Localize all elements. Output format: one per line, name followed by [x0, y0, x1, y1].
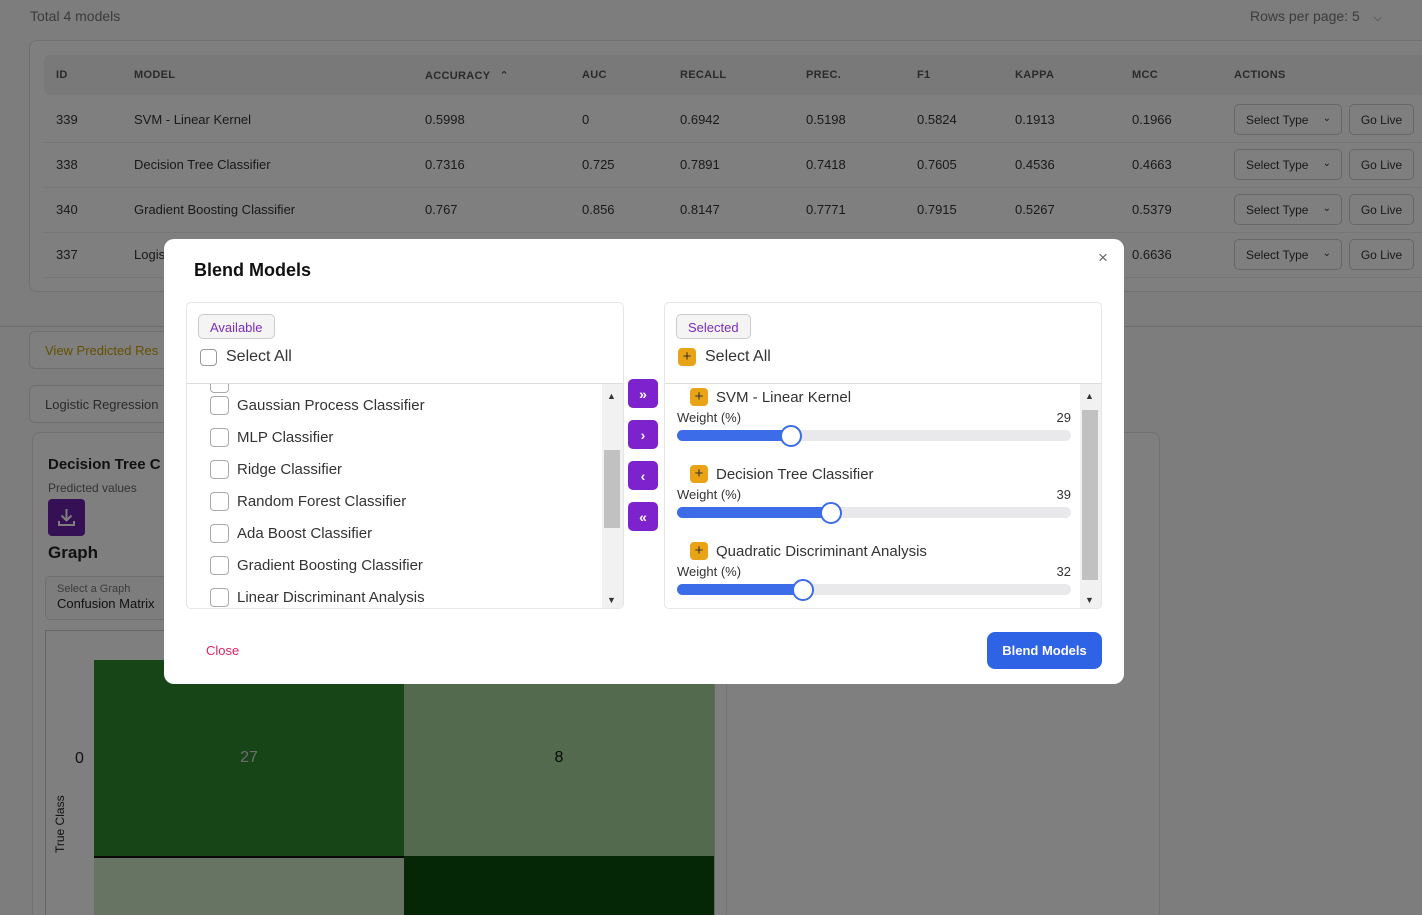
selected-item-header[interactable]: + Decision Tree Classifier: [690, 465, 874, 483]
weight-value: 32: [1056, 564, 1071, 579]
available-item[interactable]: Gaussian Process Classifier: [210, 396, 425, 415]
weight-label: Weight (%): [677, 564, 742, 579]
blend-models-dialog: Blend Models × Available Select All Gaus…: [164, 239, 1124, 684]
select-all-checkbox[interactable]: [200, 348, 217, 366]
available-item[interactable]: Random Forest Classifier: [210, 492, 406, 511]
item-checkbox[interactable]: [210, 384, 229, 393]
weight-label: Weight (%): [677, 410, 742, 425]
dialog-title: Blend Models: [194, 260, 312, 280]
item-checkbox[interactable]: [210, 524, 229, 543]
selected-item-header[interactable]: + SVM - Linear Kernel: [690, 388, 851, 406]
item-label: Linear Discriminant Analysis: [237, 589, 425, 606]
available-item[interactable]: Ridge Classifier: [210, 460, 342, 479]
move-all-right-button[interactable]: »: [628, 379, 658, 408]
item-label: Gradient Boosting Classifier: [237, 557, 423, 574]
scrollbar-thumb[interactable]: [1082, 410, 1098, 580]
item-checkbox[interactable]: [210, 428, 229, 447]
item-label: MLP Classifier: [237, 429, 334, 446]
weight-slider[interactable]: [677, 425, 1071, 447]
move-all-left-button[interactable]: «: [628, 502, 658, 531]
weight-slider[interactable]: [677, 502, 1071, 524]
available-item[interactable]: Ada Boost Classifier: [210, 524, 372, 543]
available-list[interactable]: Gaussian Process Classifier MLP Classifie…: [187, 384, 602, 608]
plus-icon[interactable]: +: [690, 542, 708, 560]
scrollbar-thumb[interactable]: [604, 450, 620, 528]
slider-fill: [677, 507, 831, 518]
list-item-partial[interactable]: [210, 384, 229, 393]
scroll-down-icon[interactable]: ▼: [607, 595, 616, 605]
scroll-up-icon[interactable]: ▲: [1085, 391, 1094, 401]
select-all-label: Select All: [705, 348, 771, 365]
item-label: Ada Boost Classifier: [237, 525, 373, 542]
available-panel-header: Available Select All: [187, 303, 623, 384]
selected-list[interactable]: + SVM - Linear Kernel Weight (%) 29 + Decisio…: [665, 384, 1080, 608]
selected-item-name: SVM - Linear Kernel: [716, 388, 852, 406]
move-left-button[interactable]: ‹: [628, 461, 658, 490]
slider-fill: [677, 584, 804, 595]
select-all-label: Select All: [226, 348, 292, 365]
item-checkbox[interactable]: [210, 492, 229, 511]
weight-label: Weight (%): [677, 487, 742, 502]
item-checkbox[interactable]: [210, 396, 229, 415]
selected-scrollbar[interactable]: ▲ ▼: [1080, 384, 1101, 608]
weight-value: 39: [1056, 487, 1071, 502]
blend-models-button[interactable]: Blend Models: [987, 632, 1102, 669]
selected-item-header[interactable]: + Quadratic Discriminant Analysis: [690, 542, 927, 560]
weight-value: 29: [1056, 410, 1071, 425]
scroll-down-icon[interactable]: ▼: [1085, 595, 1094, 605]
selected-item-name: Quadratic Discriminant Analysis: [716, 542, 927, 560]
slider-thumb[interactable]: [792, 579, 815, 601]
available-item[interactable]: Gradient Boosting Classifier: [210, 556, 423, 575]
item-checkbox[interactable]: [210, 588, 229, 607]
item-label: Gaussian Process Classifier: [237, 397, 425, 414]
available-item[interactable]: MLP Classifier: [210, 428, 333, 447]
item-label: Ridge Classifier: [237, 461, 343, 478]
available-chip: Available: [198, 314, 275, 339]
available-scrollbar[interactable]: ▲ ▼: [602, 384, 623, 608]
weight-slider[interactable]: [677, 579, 1071, 601]
slider-thumb[interactable]: [819, 502, 842, 524]
available-select-all[interactable]: Select All: [200, 348, 292, 366]
close-button[interactable]: Close: [206, 643, 239, 658]
plus-icon[interactable]: +: [690, 465, 708, 483]
selected-chip: Selected: [676, 314, 751, 339]
item-checkbox[interactable]: [210, 556, 229, 575]
plus-icon[interactable]: +: [678, 348, 696, 366]
available-item[interactable]: Linear Discriminant Analysis: [210, 588, 425, 607]
selected-select-all[interactable]: + Select All: [678, 348, 771, 366]
close-icon[interactable]: ×: [1098, 248, 1108, 268]
slider-thumb[interactable]: [780, 425, 803, 447]
selected-panel-header: Selected + Select All: [665, 303, 1101, 384]
scroll-up-icon[interactable]: ▲: [607, 391, 616, 401]
item-label: Random Forest Classifier: [237, 493, 407, 510]
selected-panel: Selected + Select All + SVM - Linear Kern…: [664, 302, 1102, 609]
selected-item-name: Decision Tree Classifier: [716, 465, 874, 483]
item-checkbox[interactable]: [210, 460, 229, 479]
move-right-button[interactable]: ›: [628, 420, 658, 449]
plus-icon[interactable]: +: [690, 388, 708, 406]
available-panel: Available Select All Gaussian Process Cl…: [186, 302, 624, 609]
slider-fill: [677, 430, 792, 441]
